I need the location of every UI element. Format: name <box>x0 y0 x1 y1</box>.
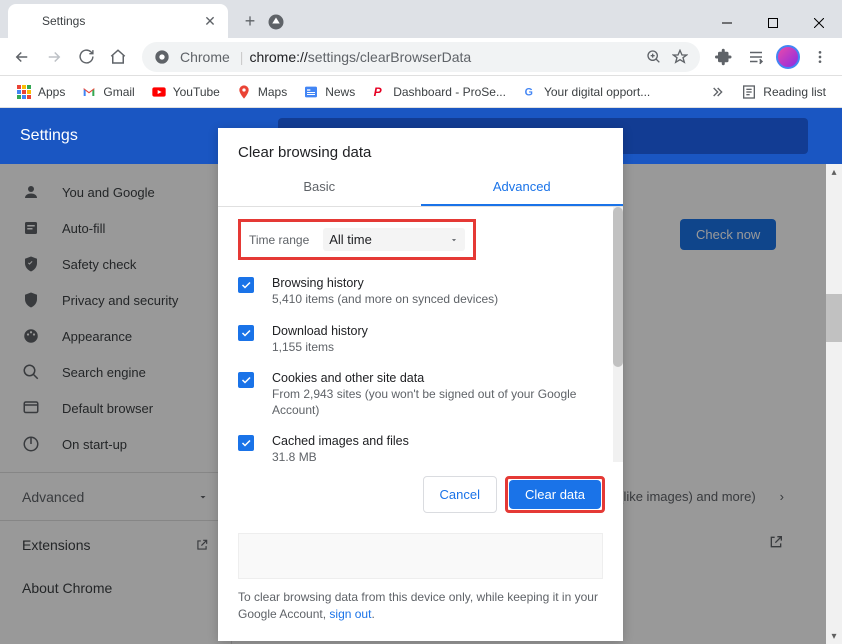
extensions-icon[interactable] <box>708 41 740 73</box>
bookmark-youtube[interactable]: YouTube <box>143 79 228 105</box>
cancel-button[interactable]: Cancel <box>423 476 497 513</box>
option-cached[interactable]: Cached images and files31.8 MB <box>238 428 603 462</box>
pinterest-icon: P <box>371 84 387 100</box>
bookmark-gmail[interactable]: Gmail <box>73 79 142 105</box>
url-path: settings/clearBrowserData <box>308 49 471 65</box>
bookmark-digital[interactable]: GYour digital opport... <box>514 79 658 105</box>
dialog-button-row: Cancel Clear data <box>218 462 623 527</box>
browser-tab[interactable]: Settings ✕ <box>8 4 228 38</box>
bookmark-overflow[interactable] <box>701 79 733 105</box>
reading-list-icon[interactable] <box>740 41 772 73</box>
time-range-row: Time range All time <box>238 219 476 260</box>
svg-text:P: P <box>374 85 383 99</box>
bookmark-reading-list[interactable]: Reading list <box>733 79 834 105</box>
option-download-history[interactable]: Download history1,155 items <box>238 318 603 366</box>
home-button[interactable] <box>102 41 134 73</box>
clear-data-button[interactable]: Clear data <box>509 480 601 509</box>
chevron-double-right-icon <box>709 84 725 100</box>
checkbox-cached[interactable] <box>238 435 254 451</box>
window-controls <box>704 8 842 38</box>
close-window-button[interactable] <box>796 8 842 38</box>
google-icon: G <box>522 84 538 100</box>
clear-browsing-data-dialog: Clear browsing data Basic Advanced Time … <box>218 128 623 641</box>
settings-gear-icon <box>18 13 34 29</box>
checkbox-cookies[interactable] <box>238 372 254 388</box>
bookmark-news[interactable]: News <box>295 79 363 105</box>
scroll-up-icon[interactable]: ▴ <box>826 164 842 180</box>
scroll-down-icon[interactable]: ▾ <box>826 628 842 644</box>
dialog-tabs: Basic Advanced <box>218 169 623 207</box>
bookmarks-bar: Apps Gmail YouTube Maps News PDashboard … <box>0 76 842 108</box>
url-prefix: chrome:// <box>249 49 307 65</box>
news-icon <box>303 84 319 100</box>
checkbox-browsing-history[interactable] <box>238 277 254 293</box>
dialog-scrollbar[interactable] <box>613 207 623 462</box>
page-scrollbar[interactable]: ▴ ▾ <box>826 164 842 644</box>
scrollbar-thumb[interactable] <box>826 294 842 342</box>
sign-out-link[interactable]: sign out <box>329 607 371 621</box>
bookmark-maps[interactable]: Maps <box>228 79 295 105</box>
tab-advanced[interactable]: Advanced <box>421 169 624 206</box>
forward-button[interactable] <box>38 41 70 73</box>
chrome-icon <box>154 49 170 65</box>
settings-header-title: Settings <box>20 127 78 145</box>
maximize-button[interactable] <box>750 8 796 38</box>
browser-toolbar: Chrome | chrome://settings/clearBrowserD… <box>0 38 842 76</box>
gmail-icon <box>81 84 97 100</box>
window-titlebar: Settings ✕ + <box>0 0 842 38</box>
tab-basic[interactable]: Basic <box>218 169 421 206</box>
zoom-icon[interactable] <box>646 49 662 65</box>
apps-grid-icon <box>17 85 31 99</box>
profile-indicator-icon[interactable] <box>264 10 288 34</box>
youtube-icon <box>151 84 167 100</box>
time-range-select[interactable]: All time <box>323 228 465 251</box>
minimize-button[interactable] <box>704 8 750 38</box>
bookmark-star-icon[interactable] <box>672 49 688 65</box>
tab-title: Settings <box>42 14 202 28</box>
dropdown-arrow-icon <box>449 235 459 245</box>
address-bar[interactable]: Chrome | chrome://settings/clearBrowserD… <box>142 42 700 72</box>
bookmark-dashboard[interactable]: PDashboard - ProSe... <box>363 79 514 105</box>
dialog-placeholder-card <box>238 533 603 579</box>
option-cookies[interactable]: Cookies and other site dataFrom 2,943 si… <box>238 365 603 428</box>
checkbox-download-history[interactable] <box>238 325 254 341</box>
option-browsing-history[interactable]: Browsing history5,410 items (and more on… <box>238 270 603 318</box>
dialog-footer-note: To clear browsing data from this device … <box>218 579 623 641</box>
back-button[interactable] <box>6 41 38 73</box>
maps-pin-icon <box>236 84 252 100</box>
url-scheme-label: Chrome <box>180 49 230 65</box>
svg-text:G: G <box>525 86 533 98</box>
menu-button[interactable] <box>804 41 836 73</box>
time-range-value: All time <box>329 232 372 247</box>
close-tab-icon[interactable]: ✕ <box>202 13 218 29</box>
new-tab-button[interactable]: + <box>236 7 264 35</box>
bookmark-apps[interactable]: Apps <box>8 79 73 105</box>
time-range-label: Time range <box>249 233 309 247</box>
dialog-scrollbar-thumb[interactable] <box>613 207 623 367</box>
reading-list-bm-icon <box>741 84 757 100</box>
reload-button[interactable] <box>70 41 102 73</box>
profile-avatar[interactable] <box>772 41 804 73</box>
dialog-title: Clear browsing data <box>218 128 623 169</box>
